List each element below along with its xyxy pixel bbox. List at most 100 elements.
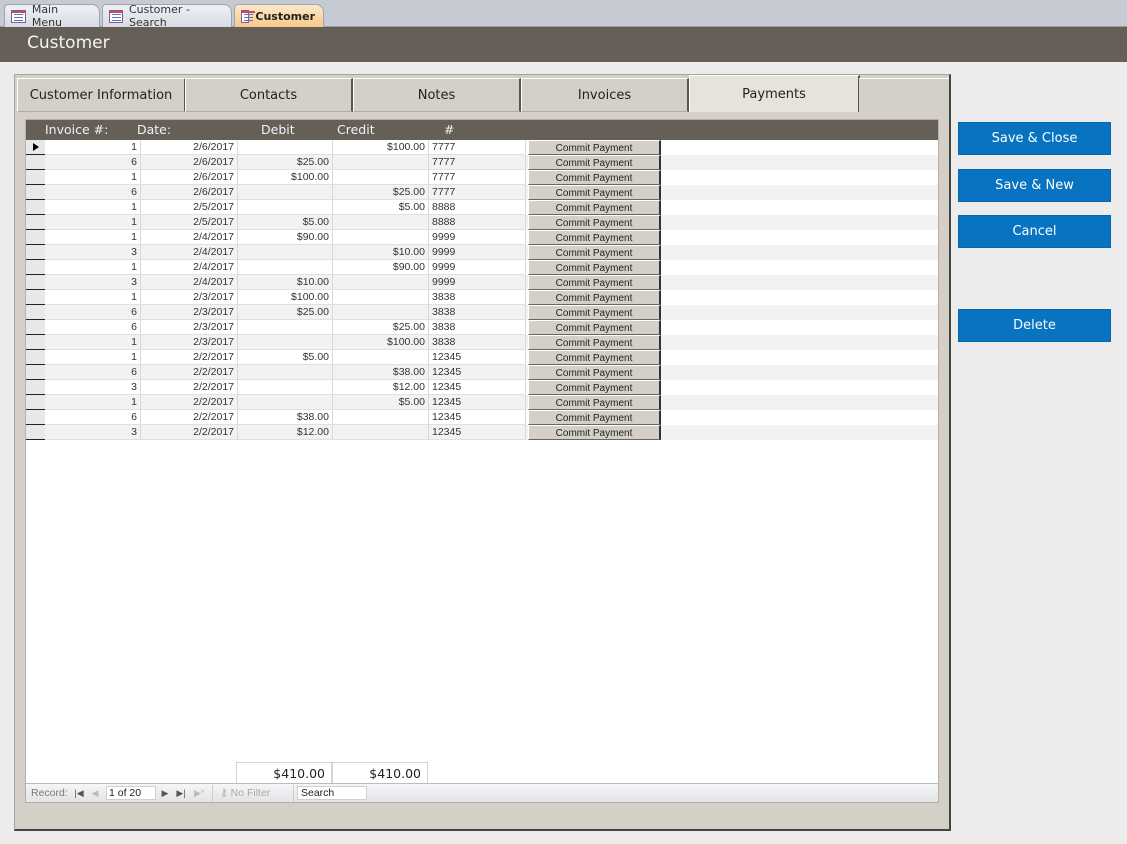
cell-date[interactable]: 2/4/2017 xyxy=(141,245,238,260)
cell-number[interactable]: 12345 xyxy=(429,395,526,410)
commit-payment-button[interactable]: Commit Payment xyxy=(528,275,661,290)
cell-invoice[interactable]: 3 xyxy=(45,245,141,260)
cell-invoice[interactable]: 6 xyxy=(45,305,141,320)
commit-payment-button[interactable]: Commit Payment xyxy=(528,290,661,305)
tab-payments[interactable]: Payments xyxy=(689,75,860,112)
cell-invoice[interactable]: 1 xyxy=(45,260,141,275)
cell-invoice[interactable]: 1 xyxy=(45,215,141,230)
cell-number[interactable]: 8888 xyxy=(429,200,526,215)
cell-number[interactable]: 12345 xyxy=(429,350,526,365)
cell-credit[interactable]: $5.00 xyxy=(333,200,429,215)
cell-invoice[interactable]: 1 xyxy=(45,290,141,305)
cell-credit[interactable]: $100.00 xyxy=(333,335,429,350)
cell-credit[interactable] xyxy=(333,230,429,245)
cell-debit[interactable] xyxy=(238,185,333,200)
cell-credit[interactable]: $25.00 xyxy=(333,320,429,335)
cell-credit[interactable] xyxy=(333,290,429,305)
cell-debit[interactable] xyxy=(238,380,333,395)
new-record-icon[interactable]: ▶* xyxy=(194,786,204,800)
cell-debit[interactable] xyxy=(238,140,333,155)
cell-debit[interactable]: $38.00 xyxy=(238,410,333,425)
cell-credit[interactable] xyxy=(333,410,429,425)
cell-credit[interactable]: $25.00 xyxy=(333,185,429,200)
cell-invoice[interactable]: 1 xyxy=(45,170,141,185)
commit-payment-button[interactable]: Commit Payment xyxy=(528,230,661,245)
cell-date[interactable]: 2/6/2017 xyxy=(141,140,238,155)
delete-button[interactable]: Delete xyxy=(958,309,1111,342)
commit-payment-button[interactable]: Commit Payment xyxy=(528,365,661,380)
first-record-icon[interactable]: |◀ xyxy=(74,786,84,800)
cell-number[interactable]: 12345 xyxy=(429,380,526,395)
cell-invoice[interactable]: 6 xyxy=(45,185,141,200)
commit-payment-button[interactable]: Commit Payment xyxy=(528,305,661,320)
record-selector[interactable] xyxy=(26,335,45,350)
cell-invoice[interactable]: 6 xyxy=(45,320,141,335)
cell-invoice[interactable]: 3 xyxy=(45,275,141,290)
cell-credit[interactable]: $90.00 xyxy=(333,260,429,275)
cell-date[interactable]: 2/3/2017 xyxy=(141,305,238,320)
commit-payment-button[interactable]: Commit Payment xyxy=(528,260,661,275)
cell-debit[interactable] xyxy=(238,395,333,410)
no-filter-button[interactable]: ⚷ No Filter xyxy=(220,787,270,799)
doc-tab-customer-search[interactable]: Customer - Search xyxy=(102,3,232,29)
cell-debit[interactable]: $5.00 xyxy=(238,215,333,230)
cell-debit[interactable]: $90.00 xyxy=(238,230,333,245)
doc-tab-customer[interactable]: Customer xyxy=(234,4,324,27)
cell-number[interactable]: 8888 xyxy=(429,215,526,230)
cell-number[interactable]: 12345 xyxy=(429,365,526,380)
commit-payment-button[interactable]: Commit Payment xyxy=(528,410,661,425)
tab-customer-information[interactable]: Customer Information xyxy=(17,78,186,112)
cell-debit[interactable]: $100.00 xyxy=(238,290,333,305)
cell-credit[interactable] xyxy=(333,350,429,365)
cell-date[interactable]: 2/2/2017 xyxy=(141,425,238,440)
cell-date[interactable]: 2/4/2017 xyxy=(141,230,238,245)
record-selector[interactable] xyxy=(26,140,45,155)
cell-credit[interactable]: $100.00 xyxy=(333,140,429,155)
cell-invoice[interactable]: 1 xyxy=(45,395,141,410)
cell-date[interactable]: 2/5/2017 xyxy=(141,200,238,215)
cell-invoice[interactable]: 6 xyxy=(45,155,141,170)
cell-debit[interactable] xyxy=(238,245,333,260)
cell-number[interactable]: 9999 xyxy=(429,275,526,290)
commit-payment-button[interactable]: Commit Payment xyxy=(528,335,661,350)
record-selector[interactable] xyxy=(26,230,45,245)
cell-number[interactable]: 9999 xyxy=(429,230,526,245)
commit-payment-button[interactable]: Commit Payment xyxy=(528,185,661,200)
cell-date[interactable]: 2/2/2017 xyxy=(141,380,238,395)
commit-payment-button[interactable]: Commit Payment xyxy=(528,155,661,170)
commit-payment-button[interactable]: Commit Payment xyxy=(528,245,661,260)
record-selector[interactable] xyxy=(26,365,45,380)
doc-tab-main-menu[interactable]: Main Menu xyxy=(4,3,100,29)
cell-debit[interactable]: $25.00 xyxy=(238,155,333,170)
cell-number[interactable]: 7777 xyxy=(429,140,526,155)
commit-payment-button[interactable]: Commit Payment xyxy=(528,200,661,215)
cell-credit[interactable] xyxy=(333,305,429,320)
record-selector[interactable] xyxy=(26,275,45,290)
cell-number[interactable]: 12345 xyxy=(429,410,526,425)
cell-invoice[interactable]: 1 xyxy=(45,350,141,365)
cell-invoice[interactable]: 1 xyxy=(45,335,141,350)
next-record-icon[interactable]: ▶ xyxy=(160,786,170,800)
cell-date[interactable]: 2/2/2017 xyxy=(141,395,238,410)
cell-number[interactable]: 3838 xyxy=(429,320,526,335)
cell-credit[interactable] xyxy=(333,170,429,185)
cell-debit[interactable]: $10.00 xyxy=(238,275,333,290)
record-selector[interactable] xyxy=(26,155,45,170)
cell-debit[interactable]: $100.00 xyxy=(238,170,333,185)
cell-invoice[interactable]: 1 xyxy=(45,230,141,245)
cell-date[interactable]: 2/3/2017 xyxy=(141,290,238,305)
cell-date[interactable]: 2/5/2017 xyxy=(141,215,238,230)
previous-record-icon[interactable]: ◀ xyxy=(90,786,100,800)
cell-debit[interactable] xyxy=(238,335,333,350)
cell-credit[interactable]: $10.00 xyxy=(333,245,429,260)
tab-invoices[interactable]: Invoices xyxy=(521,78,689,112)
cell-number[interactable]: 12345 xyxy=(429,425,526,440)
cell-date[interactable]: 2/2/2017 xyxy=(141,410,238,425)
cell-invoice[interactable]: 6 xyxy=(45,410,141,425)
cell-date[interactable]: 2/4/2017 xyxy=(141,275,238,290)
record-selector[interactable] xyxy=(26,380,45,395)
record-selector[interactable] xyxy=(26,320,45,335)
cell-invoice[interactable]: 3 xyxy=(45,425,141,440)
record-selector[interactable] xyxy=(26,170,45,185)
cell-credit[interactable] xyxy=(333,155,429,170)
